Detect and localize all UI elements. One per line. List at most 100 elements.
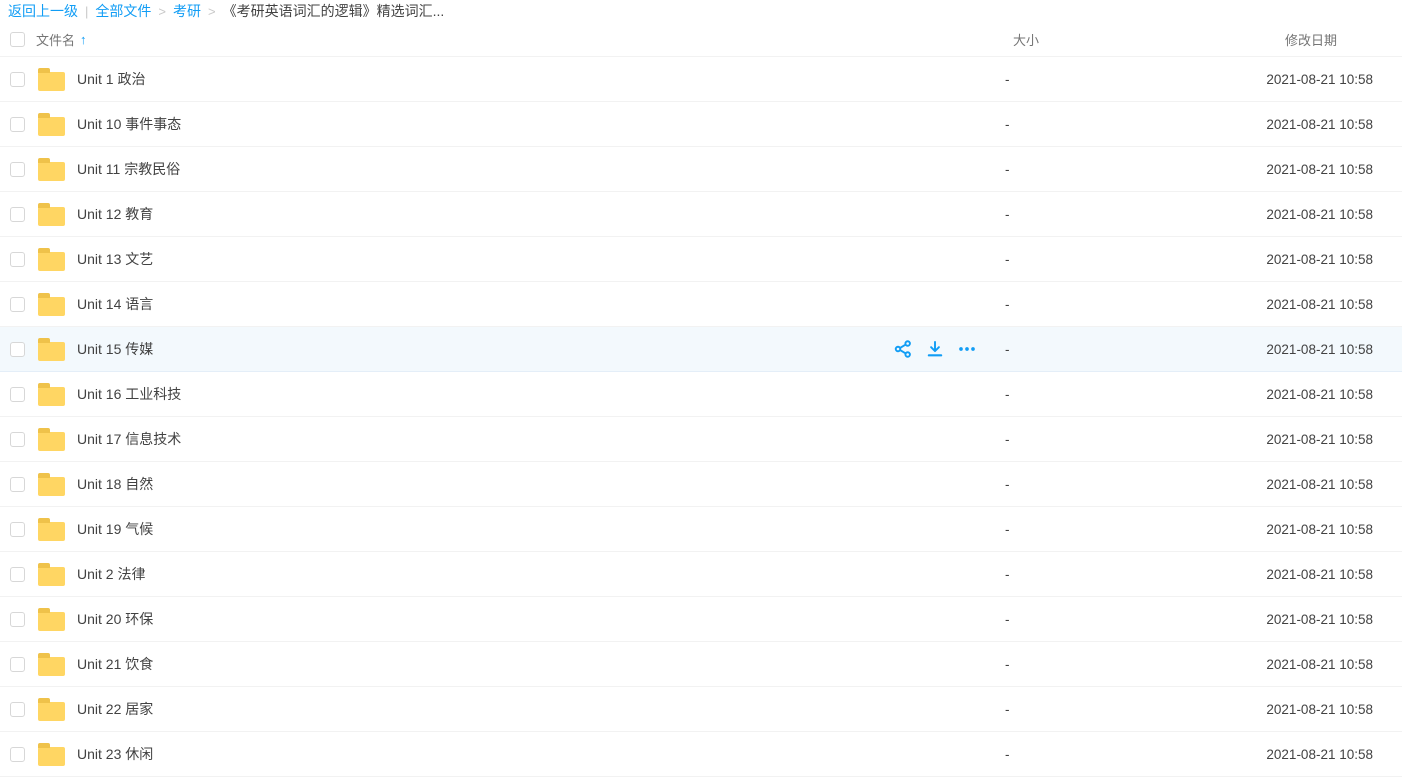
- folder-icon[interactable]: [38, 432, 65, 451]
- file-size: -: [1005, 432, 1105, 447]
- folder-icon[interactable]: [38, 117, 65, 136]
- row-checkbox[interactable]: [10, 297, 25, 312]
- file-modified-date: 2021-08-21 10:58: [1105, 117, 1402, 132]
- folder-icon[interactable]: [38, 72, 65, 91]
- row-checkbox[interactable]: [10, 522, 25, 537]
- folder-icon[interactable]: [38, 477, 65, 496]
- table-row[interactable]: Unit 21 饮食: [0, 642, 1402, 687]
- file-name-link[interactable]: Unit 23 休闲: [77, 744, 153, 764]
- row-checkbox[interactable]: [10, 612, 25, 627]
- table-row[interactable]: Unit 18 自然: [0, 462, 1402, 507]
- table-row[interactable]: Unit 10 事件事态: [0, 102, 1402, 147]
- file-size: -: [1005, 162, 1105, 177]
- folder-icon[interactable]: [38, 702, 65, 721]
- row-checkbox[interactable]: [10, 387, 25, 402]
- table-row[interactable]: Unit 1 政治: [0, 57, 1402, 102]
- table-row[interactable]: Unit 12 教育: [0, 192, 1402, 237]
- table-row[interactable]: Unit 13 文艺: [0, 237, 1402, 282]
- file-name-link[interactable]: Unit 14 语言: [77, 294, 153, 314]
- file-name-link[interactable]: Unit 22 居家: [77, 699, 153, 719]
- row-checkbox[interactable]: [10, 432, 25, 447]
- table-row[interactable]: Unit 17 信息技术: [0, 417, 1402, 462]
- row-checkbox[interactable]: [10, 477, 25, 492]
- row-checkbox[interactable]: [10, 747, 25, 762]
- table-row[interactable]: Unit 19 气候: [0, 507, 1402, 552]
- select-all-checkbox[interactable]: [10, 32, 25, 47]
- file-modified-date: 2021-08-21 10:58: [1105, 477, 1402, 492]
- file-modified-date: 2021-08-21 10:58: [1105, 747, 1402, 762]
- file-name-link[interactable]: Unit 13 文艺: [77, 249, 153, 269]
- file-size: -: [1005, 72, 1105, 87]
- share-icon[interactable]: [893, 339, 913, 359]
- file-size: -: [1005, 567, 1105, 582]
- folder-icon[interactable]: [38, 342, 65, 361]
- table-row[interactable]: Unit 11 宗教民俗: [0, 147, 1402, 192]
- file-name-link[interactable]: Unit 21 饮食: [77, 654, 153, 674]
- file-name-link[interactable]: Unit 18 自然: [77, 474, 153, 494]
- file-name-link[interactable]: Unit 12 教育: [77, 204, 153, 224]
- file-size: -: [1005, 207, 1105, 222]
- breadcrumb-current-folder: 《考研英语词汇的逻辑》精选词汇...: [223, 1, 445, 21]
- row-checkbox[interactable]: [10, 72, 25, 87]
- breadcrumb-link-all-files[interactable]: 全部文件: [95, 1, 151, 21]
- folder-icon[interactable]: [38, 522, 65, 541]
- table-row[interactable]: Unit 22 居家: [0, 687, 1402, 732]
- table-row[interactable]: Unit 2 法律: [0, 552, 1402, 597]
- file-size: -: [1005, 522, 1105, 537]
- folder-icon[interactable]: [38, 297, 65, 316]
- file-size: -: [1005, 477, 1105, 492]
- folder-icon[interactable]: [38, 162, 65, 181]
- folder-icon[interactable]: [38, 252, 65, 271]
- table-row[interactable]: Unit 16 工业科技: [0, 372, 1402, 417]
- folder-icon[interactable]: [38, 387, 65, 406]
- file-size: -: [1005, 297, 1105, 312]
- download-icon[interactable]: [925, 339, 945, 359]
- file-name-link[interactable]: Unit 10 事件事态: [77, 114, 181, 134]
- folder-icon[interactable]: [38, 207, 65, 226]
- folder-icon[interactable]: [38, 657, 65, 676]
- column-header-modified[interactable]: 修改日期: [1105, 30, 1402, 49]
- row-checkbox[interactable]: [10, 252, 25, 267]
- file-name-link[interactable]: Unit 2 法律: [77, 564, 145, 584]
- file-modified-date: 2021-08-21 10:58: [1105, 702, 1402, 717]
- table-row[interactable]: Unit 14 语言: [0, 282, 1402, 327]
- row-checkbox[interactable]: [10, 702, 25, 717]
- file-modified-date: 2021-08-21 10:58: [1105, 207, 1402, 222]
- file-size: -: [1005, 387, 1105, 402]
- column-header-size[interactable]: 大小: [1005, 30, 1105, 49]
- breadcrumb: 返回上一级 | 全部文件 > 考研 > 《考研英语词汇的逻辑》精选词汇...: [0, 0, 1402, 22]
- folder-icon[interactable]: [38, 567, 65, 586]
- folder-icon[interactable]: [38, 612, 65, 631]
- table-row[interactable]: Unit 15 传媒: [0, 327, 1402, 372]
- breadcrumb-pipe-separator: |: [85, 4, 88, 19]
- row-checkbox[interactable]: [10, 342, 25, 357]
- row-checkbox[interactable]: [10, 657, 25, 672]
- row-checkbox[interactable]: [10, 117, 25, 132]
- file-name-link[interactable]: Unit 20 环保: [77, 609, 153, 629]
- file-name-link[interactable]: Unit 19 气候: [77, 519, 153, 539]
- file-size: -: [1005, 342, 1105, 357]
- file-modified-date: 2021-08-21 10:58: [1105, 252, 1402, 267]
- file-size: -: [1005, 612, 1105, 627]
- file-modified-date: 2021-08-21 10:58: [1105, 342, 1402, 357]
- more-actions-icon[interactable]: [957, 339, 977, 359]
- file-size: -: [1005, 747, 1105, 762]
- breadcrumb-back-link[interactable]: 返回上一级: [8, 1, 78, 21]
- file-name-link[interactable]: Unit 1 政治: [77, 69, 145, 89]
- file-size: -: [1005, 657, 1105, 672]
- row-checkbox[interactable]: [10, 162, 25, 177]
- file-name-link[interactable]: Unit 15 传媒: [77, 339, 153, 359]
- file-name-link[interactable]: Unit 11 宗教民俗: [77, 159, 180, 179]
- file-modified-date: 2021-08-21 10:58: [1105, 162, 1402, 177]
- file-name-link[interactable]: Unit 17 信息技术: [77, 429, 181, 449]
- table-row[interactable]: Unit 23 休闲: [0, 732, 1402, 777]
- column-header-filename[interactable]: 文件名: [36, 30, 75, 49]
- file-name-link[interactable]: Unit 16 工业科技: [77, 384, 181, 404]
- folder-icon[interactable]: [38, 747, 65, 766]
- row-checkbox[interactable]: [10, 207, 25, 222]
- file-modified-date: 2021-08-21 10:58: [1105, 522, 1402, 537]
- row-checkbox[interactable]: [10, 567, 25, 582]
- breadcrumb-link-kaoyan[interactable]: 考研: [173, 1, 201, 21]
- sort-ascending-icon[interactable]: ↑: [80, 32, 87, 47]
- table-row[interactable]: Unit 20 环保: [0, 597, 1402, 642]
